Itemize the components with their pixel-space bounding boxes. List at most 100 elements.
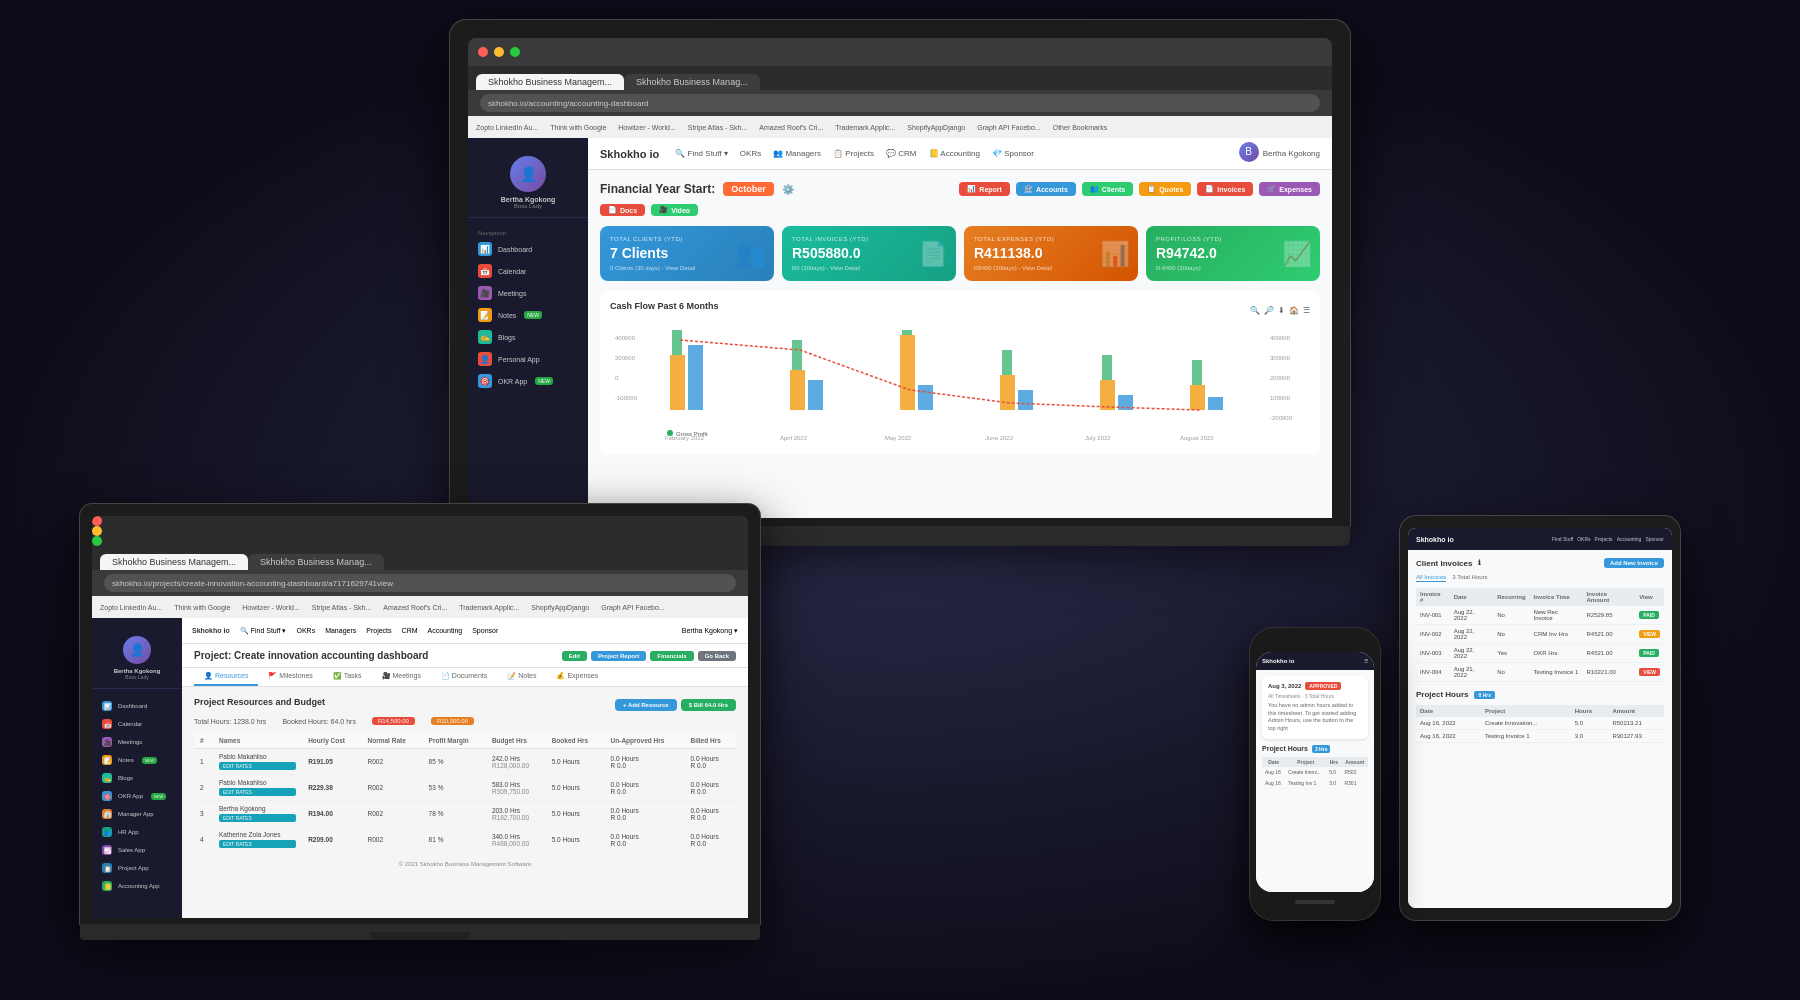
nav-okrs[interactable]: OKRs [740, 149, 761, 158]
s-bookmark-trademark[interactable]: Trademark Applic... [459, 604, 519, 611]
s-sidebar-dashboard[interactable]: 📊 Dashboard [92, 697, 182, 715]
download-icon[interactable]: ⬇ [1278, 306, 1285, 315]
active-tab[interactable]: Skhokho Business Managem... [476, 74, 624, 90]
tab-tasks[interactable]: ✅ Tasks [323, 668, 372, 686]
inactive-tab[interactable]: Skhokho Business Manag... [624, 74, 760, 90]
project-edit-btn[interactable]: Edit [562, 651, 587, 661]
home-icon[interactable]: 🏠 [1289, 306, 1299, 315]
t-nav-item-3[interactable]: Projects [1595, 536, 1613, 542]
s-sidebar-accounting[interactable]: 📒 Accounting App [92, 877, 182, 895]
secondary-inactive-tab[interactable]: Skhokho Business Manag... [248, 554, 384, 570]
bookmark-trademark[interactable]: Trademark Applic... [835, 124, 895, 131]
project-report-btn[interactable]: Project Report [591, 651, 646, 661]
t-nav-item-1[interactable]: Find Stuff [1552, 536, 1573, 542]
expenses-button[interactable]: 🛒 Expenses [1259, 182, 1320, 196]
bill-button[interactable]: $ Bill 64.0 Hrs [681, 699, 736, 711]
sidebar-item-meetings[interactable]: 🎥 Meetings [468, 282, 588, 304]
sidebar-item-okr[interactable]: 🎯 OKR App NEW [468, 370, 588, 392]
s-nav-managers[interactable]: Managers [325, 627, 356, 634]
tab-documents[interactable]: 📄 Documents [431, 668, 497, 686]
edit-rates-tag-2[interactable]: EDIT RATES [219, 788, 296, 796]
month-badge[interactable]: October [723, 182, 774, 196]
filter-hours[interactable]: 3 Total Hours [1452, 574, 1487, 582]
bookmark-graph[interactable]: Graph API Facebo... [977, 124, 1040, 131]
s-bookmark-amazed[interactable]: Amazed Roof's Cri... [383, 604, 447, 611]
tab-expenses[interactable]: 💰 Expenses [546, 668, 608, 686]
edit-rates-tag-4[interactable]: EDIT RATES [219, 840, 296, 848]
address-bar[interactable]: skhokho.io/accounting/accounting-dashboa… [480, 94, 1320, 112]
s-sidebar-calendar[interactable]: 📅 Calendar [92, 715, 182, 733]
project-goback-btn[interactable]: Go Back [698, 651, 736, 661]
s-sidebar-project[interactable]: 📋 Project App [92, 859, 182, 877]
sidebar-item-notes[interactable]: 📝 Notes NEW [468, 304, 588, 326]
s-bookmark-stripe[interactable]: Stripe Atlas - Skh... [312, 604, 372, 611]
sidebar-item-calendar[interactable]: 📅 Calendar [468, 260, 588, 282]
nav-accounting[interactable]: 📒 Accounting [929, 149, 980, 158]
bookmark-zopto[interactable]: Zopto LinkedIn Au... [476, 124, 538, 131]
s-bookmark-google[interactable]: Think with Google [174, 604, 230, 611]
secondary-minimize-button[interactable] [92, 526, 102, 536]
s-sidebar-okr[interactable]: 🎯 OKR App NEW [92, 787, 182, 805]
tab-milestones[interactable]: 🚩 Milestones [258, 668, 322, 686]
s-bookmark-howitzer[interactable]: Howitzer - World... [242, 604, 299, 611]
zoom-in-icon[interactable]: 🔎 [1264, 306, 1274, 315]
sidebar-item-dashboard[interactable]: 📊 Dashboard [468, 238, 588, 260]
bookmark-amazed[interactable]: Amazed Roof's Cri... [759, 124, 823, 131]
bookmark-stripe[interactable]: Stripe Atlas - Skh... [688, 124, 748, 131]
docs-button[interactable]: 📄 Docs [600, 204, 645, 216]
nav-crm[interactable]: 💬 CRM [886, 149, 916, 158]
sidebar-item-blogs[interactable]: ✍️ Blogs [468, 326, 588, 348]
t-nav-item-4[interactable]: Accounting [1617, 536, 1642, 542]
s-sidebar-hr[interactable]: 👥 HR App [92, 823, 182, 841]
s-bookmark-shopify[interactable]: ShopifyAppDjango [531, 604, 589, 611]
accounts-button[interactable]: 🏦 Accounts [1016, 182, 1076, 196]
edit-rates-tag[interactable]: EDIT RATES [219, 762, 296, 770]
invoices-button[interactable]: 📄 Invoices [1197, 182, 1253, 196]
nav-find-stuff[interactable]: 🔍 Find Stuff ▾ [675, 149, 728, 158]
t-nav-item-2[interactable]: OKRs [1577, 536, 1590, 542]
s-nav-accounting[interactable]: Accounting [428, 627, 463, 634]
settings-icon[interactable]: ⚙️ [782, 184, 794, 195]
filter-all[interactable]: All Invoices [1416, 574, 1446, 582]
s-nav-sponsor[interactable]: Sponsor [472, 627, 498, 634]
edit-rates-tag-3[interactable]: EDIT RATES [219, 814, 296, 822]
add-resource-button[interactable]: + Add Resource [615, 699, 677, 711]
bookmark-howitzer[interactable]: Howitzer - World... [618, 124, 675, 131]
video-button[interactable]: 🎥 Video [651, 204, 698, 216]
secondary-address-bar[interactable]: skhokho.io/projects/create-innovation-ac… [104, 574, 736, 592]
nav-projects[interactable]: 📋 Projects [833, 149, 874, 158]
nav-managers[interactable]: 👥 Managers [773, 149, 821, 158]
s-bookmark-zopto[interactable]: Zopto LinkedIn Au... [100, 604, 162, 611]
bookmark-google[interactable]: Think with Google [550, 124, 606, 131]
t-nav-item-5[interactable]: Sponsor [1645, 536, 1664, 542]
zoom-out-icon[interactable]: 🔍 [1250, 306, 1260, 315]
s-sidebar-notes[interactable]: 📝 Notes NEW [92, 751, 182, 769]
maximize-button[interactable] [510, 47, 520, 57]
bookmark-other[interactable]: Other Bookmarks [1053, 124, 1107, 131]
clients-button[interactable]: 👥 Clients [1082, 182, 1133, 196]
s-nav-okrs[interactable]: OKRs [296, 627, 315, 634]
tab-meetings[interactable]: 🎥 Meetings [372, 668, 431, 686]
secondary-close-button[interactable] [92, 516, 102, 526]
project-financials-btn[interactable]: Financials [650, 651, 693, 661]
secondary-active-tab[interactable]: Skhokho Business Managem... [100, 554, 248, 570]
sidebar-item-personal[interactable]: 👤 Personal App [468, 348, 588, 370]
nav-sponsor[interactable]: 💎 Sponsor [992, 149, 1034, 158]
s-bookmark-graph[interactable]: Graph API Facebo... [601, 604, 664, 611]
secondary-maximize-button[interactable] [92, 536, 102, 546]
tab-resources[interactable]: 👤 Resources [194, 668, 258, 686]
bookmark-shopify[interactable]: ShopifyAppDjango [907, 124, 965, 131]
s-sidebar-blogs[interactable]: ✍️ Blogs [92, 769, 182, 787]
report-button[interactable]: 📊 Report [959, 182, 1010, 196]
new-invoice-button[interactable]: Add New Invoice [1604, 558, 1664, 568]
phone-menu-icon[interactable]: ☰ [1364, 658, 1368, 664]
s-nav-crm[interactable]: CRM [402, 627, 418, 634]
quotes-button[interactable]: 📋 Quotes [1139, 182, 1191, 196]
s-sidebar-meetings[interactable]: 🎥 Meetings [92, 733, 182, 751]
tab-notes[interactable]: 📝 Notes [497, 668, 546, 686]
s-nav-projects[interactable]: Projects [366, 627, 391, 634]
s-sidebar-manager[interactable]: 👔 Manager App [92, 805, 182, 823]
s-nav-find[interactable]: 🔍 Find Stuff ▾ [240, 627, 287, 635]
menu-icon[interactable]: ☰ [1303, 306, 1310, 315]
minimize-button[interactable] [494, 47, 504, 57]
